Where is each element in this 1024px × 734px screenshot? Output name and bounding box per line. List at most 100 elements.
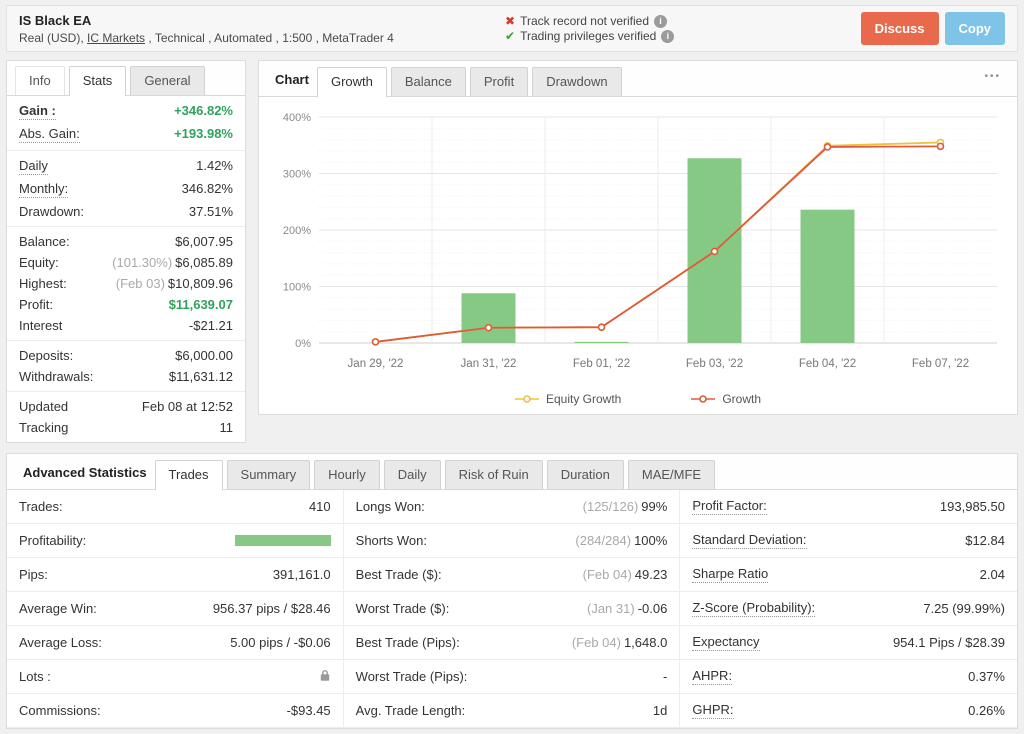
chart-body: 0%100%200%300%400%Jan 29, '22Jan 31, '22… — [259, 97, 1017, 414]
stat-label-deposits: Deposits: — [19, 348, 73, 363]
stat-value: (Feb 04)49.23 — [583, 567, 668, 582]
chart-tab-growth[interactable]: Growth — [317, 67, 387, 97]
stat-value: $11,639.07 — [169, 297, 233, 312]
svg-text:Feb 04, '22: Feb 04, '22 — [799, 358, 856, 370]
stat-label-longs-won: Longs Won: — [356, 499, 425, 514]
table-cell-worst-trade-pips: Worst Trade (Pips): - — [344, 660, 681, 694]
track-record-row: ✖ Track record not verified i — [505, 14, 861, 28]
stat-label-trades: Trades: — [19, 499, 63, 514]
advanced-tab-trades[interactable]: Trades — [155, 460, 223, 490]
table-cell-ghpr: GHPR:0.26% — [680, 694, 1017, 728]
stat-value: 954.1 Pips / $28.39 — [893, 635, 1005, 650]
stat-value-muted: (284/284) — [575, 533, 631, 548]
discuss-button[interactable]: Discuss — [861, 12, 939, 45]
info-icon[interactable]: i — [661, 30, 674, 43]
chart-options-menu-icon[interactable]: ••• — [976, 66, 1009, 92]
stat-value: $12.84 — [965, 533, 1005, 548]
stat-value-muted: (125/126) — [583, 499, 639, 514]
info-icon[interactable]: i — [654, 15, 667, 28]
table-cell-lots: Lots : — [7, 660, 344, 694]
table-cell-profit-factor: Profit Factor: 193,985.50 — [680, 490, 1017, 524]
stat-value: 346.82% — [182, 181, 233, 196]
stat-row: Balance:$6,007.95 — [7, 231, 245, 252]
stat-group: UpdatedFeb 08 at 12:52Tracking11 — [7, 392, 245, 442]
stat-label-balance: Balance: — [19, 234, 70, 249]
stat-label-profit-factor[interactable]: Profit Factor: — [692, 498, 766, 515]
stat-label-drawdown: Drawdown: — [19, 204, 84, 219]
sidebar-tab-general[interactable]: General — [130, 66, 204, 95]
table-cell-expectancy: Expectancy 954.1 Pips / $28.39 — [680, 626, 1017, 660]
sidebar-tab-info[interactable]: Info — [15, 66, 65, 95]
stat-label-worst-trade-pips: Worst Trade (Pips): — [356, 669, 468, 684]
stat-label-ahpr[interactable]: AHPR: — [692, 668, 732, 685]
table-cell-longs-won: Longs Won:(125/126)99% — [344, 490, 681, 524]
stat-label-best-trade: Best Trade ($): — [356, 567, 442, 582]
stat-row: Equity:(101.30%)$6,085.89 — [7, 252, 245, 273]
stat-label-monthly[interactable]: Monthly: — [19, 181, 68, 198]
chart-tab-drawdown[interactable]: Drawdown — [532, 67, 621, 96]
table-cell-best-trade: Best Trade ($): (Feb 04)49.23 — [344, 558, 681, 592]
account-subtitle: Real (USD), IC Markets , Technical , Aut… — [19, 31, 505, 45]
stat-value: - — [663, 669, 667, 684]
table-cell-pips: Pips:391,161.0 — [7, 558, 344, 592]
account-info: IS Black EA Real (USD), IC Markets , Tec… — [19, 13, 505, 45]
advanced-tab-duration[interactable]: Duration — [547, 460, 624, 489]
stat-label-profitability: Profitability: — [19, 533, 86, 548]
stat-label-tracking: Tracking — [19, 420, 68, 435]
legend-equity-growth[interactable]: Equity Growth — [515, 392, 621, 406]
svg-text:Feb 01, '22: Feb 01, '22 — [573, 358, 630, 370]
svg-text:Jan 31, '22: Jan 31, '22 — [461, 358, 517, 370]
stat-group: Daily1.42%Monthly:346.82%Drawdown:37.51% — [7, 151, 245, 227]
advanced-tab-risk-of-ruin[interactable]: Risk of Ruin — [445, 460, 543, 489]
advanced-tab-mae-mfe[interactable]: MAE/MFE — [628, 460, 715, 489]
stat-label-abs-gain[interactable]: Abs. Gain: — [19, 126, 80, 143]
stat-label-standard-deviation[interactable]: Standard Deviation: — [692, 532, 806, 549]
stat-value-muted: (101.30%) — [112, 255, 172, 270]
advanced-tab-hourly[interactable]: Hourly — [314, 460, 380, 489]
advanced-tabbar: Advanced Statistics TradesSummaryHourlyD… — [7, 454, 1017, 490]
stat-value-muted: (Jan 31) — [587, 601, 635, 616]
stat-value: $6,000.00 — [175, 348, 233, 363]
table-cell-avg-trade-length: Avg. Trade Length:1d — [344, 694, 681, 728]
table-cell-shorts-won: Shorts Won:(284/284)100% — [344, 524, 681, 558]
stat-label-average-win: Average Win: — [19, 601, 97, 616]
stat-value: 37.51% — [189, 204, 233, 219]
privileges-status: Trading privileges verified — [520, 29, 656, 43]
legend-growth[interactable]: Growth — [691, 392, 761, 406]
chart-legend: Equity Growth Growth — [269, 392, 1007, 406]
stat-label-expectancy[interactable]: Expectancy — [692, 634, 759, 651]
table-cell-average-loss: Average Loss:5.00 pips / -$0.06 — [7, 626, 344, 660]
sidebar-tab-stats[interactable]: Stats — [69, 66, 127, 96]
privileges-row: ✔ Trading privileges verified i — [505, 29, 861, 43]
stat-label-shorts-won: Shorts Won: — [356, 533, 427, 548]
stat-row: Monthly: 346.82% — [7, 178, 245, 201]
table-cell-profitability: Profitability: — [7, 524, 344, 558]
stat-label-z-score-probability[interactable]: Z-Score (Probability): — [692, 600, 815, 617]
growth-marker-icon — [691, 394, 715, 404]
stat-label-daily[interactable]: Daily — [19, 158, 48, 175]
stat-value: (Jan 31)-0.06 — [587, 601, 667, 616]
stat-label-withdrawals: Withdrawals: — [19, 369, 93, 384]
broker-link[interactable]: IC Markets — [87, 31, 145, 45]
chart-tab-profit[interactable]: Profit — [470, 67, 528, 96]
stat-label-sharpe-ratio[interactable]: Sharpe Ratio — [692, 566, 768, 583]
advanced-tab-daily[interactable]: Daily — [384, 460, 441, 489]
svg-text:Feb 07, '22: Feb 07, '22 — [912, 358, 969, 370]
advanced-tab-summary[interactable]: Summary — [227, 460, 311, 489]
chart-tab-balance[interactable]: Balance — [391, 67, 466, 96]
sidebar-tabbar: InfoStatsGeneral — [7, 61, 245, 96]
stat-label-ghpr[interactable]: GHPR: — [692, 702, 733, 719]
copy-button[interactable]: Copy — [945, 12, 1006, 45]
advanced-statistics-panel: Advanced Statistics TradesSummaryHourlyD… — [6, 453, 1018, 729]
table-cell-standard-deviation: Standard Deviation: $12.84 — [680, 524, 1017, 558]
stat-row: Tracking11 — [7, 417, 245, 438]
stat-group: Balance:$6,007.95Equity:(101.30%)$6,085.… — [7, 227, 245, 341]
stat-label-highest: Highest: — [19, 276, 67, 291]
stat-label-pips: Pips: — [19, 567, 48, 582]
stat-row: Highest:(Feb 03)$10,809.96 — [7, 273, 245, 294]
stat-label-gain[interactable]: Gain : — [19, 103, 56, 120]
cross-icon: ✖ — [505, 14, 515, 28]
table-cell-best-trade-pips: Best Trade (Pips):(Feb 04)1,648.0 — [344, 626, 681, 660]
stat-value: 193,985.50 — [940, 499, 1005, 514]
table-cell-commissions: Commissions:-$93.45 — [7, 694, 344, 728]
